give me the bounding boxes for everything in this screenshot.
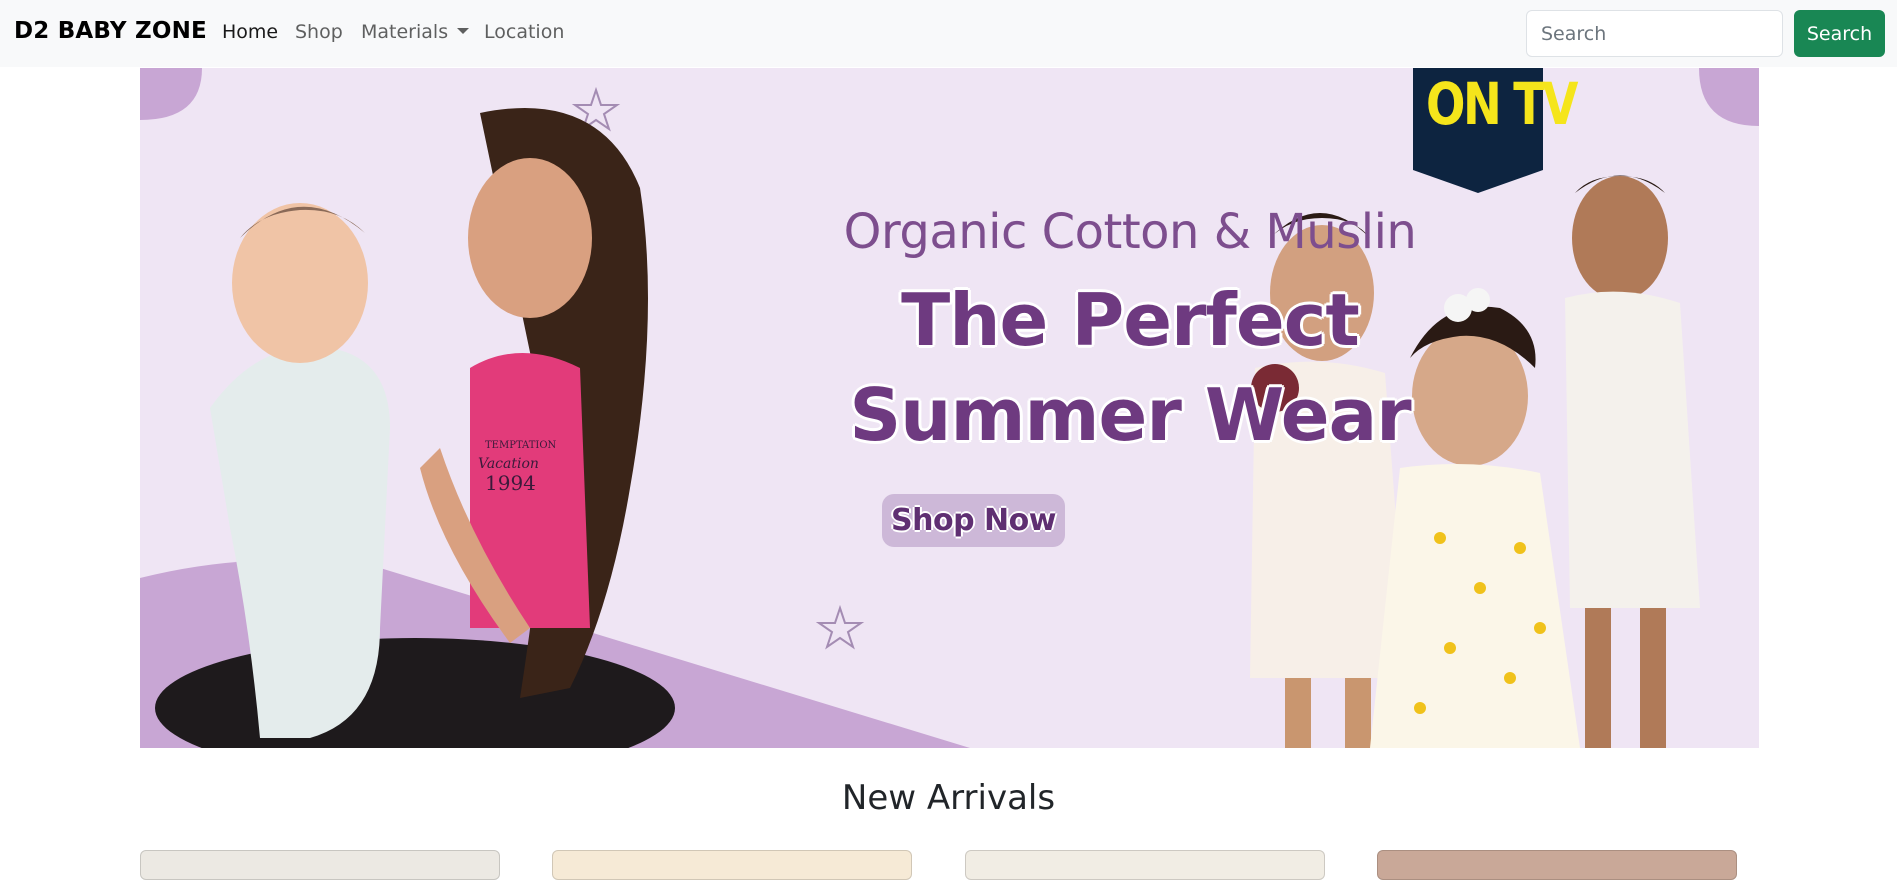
on-tv-badge-label: ON TV	[1426, 70, 1578, 138]
hero-title-line2: Summer Wear	[849, 373, 1411, 457]
chevron-down-icon	[457, 28, 470, 34]
product-card[interactable]	[965, 850, 1325, 880]
product-card[interactable]	[140, 850, 500, 880]
product-card[interactable]	[552, 850, 912, 880]
nav-link-location[interactable]: Location	[484, 21, 564, 43]
product-card[interactable]	[1377, 850, 1737, 880]
nav-link-shop[interactable]: Shop	[295, 21, 343, 43]
nav-link-home[interactable]: Home	[222, 21, 278, 43]
shop-now-button[interactable]: Shop Now	[882, 494, 1065, 547]
hero-title-line1: The Perfect	[901, 278, 1360, 362]
svg-text:Vacation: Vacation	[478, 456, 539, 472]
navbar: D2 BABY ZONE Home Shop Materials Locatio…	[0, 0, 1897, 67]
new-arrivals-heading: New Arrivals	[841, 778, 1056, 818]
nav-link-materials[interactable]: Materials	[361, 21, 470, 43]
hero-subtitle: Organic Cotton & Muslin	[843, 204, 1417, 260]
search-input[interactable]	[1526, 10, 1783, 57]
nav-link-materials-label: Materials	[361, 21, 449, 43]
hero-banner[interactable]: TEMPTATION Vacation 1994 Organic Cotton …	[140, 68, 1759, 748]
tshirt-print: TEMPTATION	[485, 440, 557, 451]
brand-logo[interactable]: D2 BABY ZONE	[14, 18, 207, 44]
search-button[interactable]: Search	[1794, 10, 1885, 57]
svg-text:1994: 1994	[485, 471, 536, 495]
kids-figures	[1250, 175, 1700, 748]
